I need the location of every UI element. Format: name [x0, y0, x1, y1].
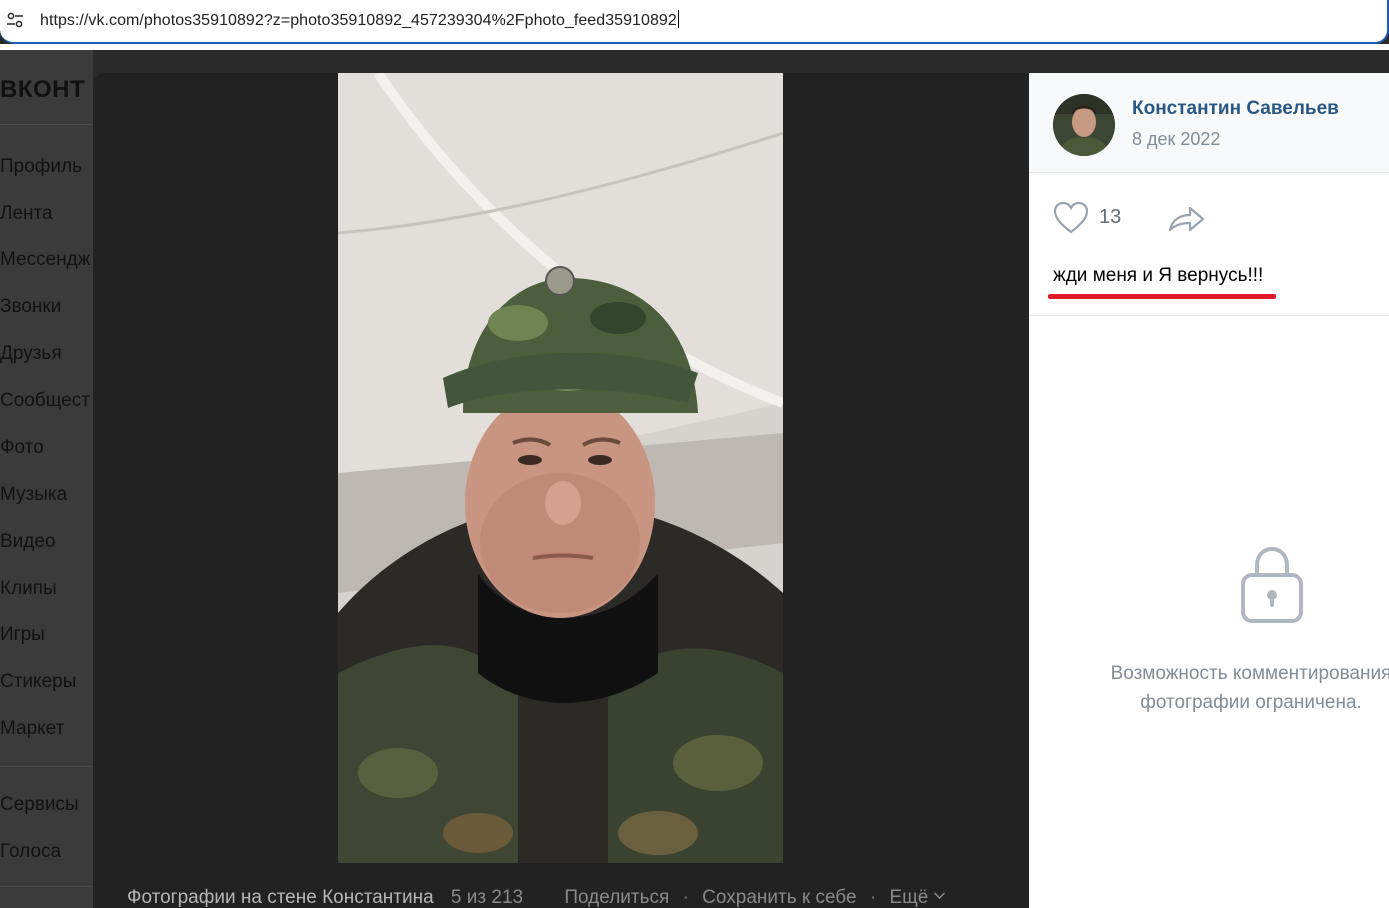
sidebar-item-feed[interactable]: Лента — [0, 203, 53, 225]
lock-icon — [1241, 546, 1303, 623]
divider — [0, 886, 93, 887]
tune-icon[interactable] — [6, 11, 24, 29]
author-name[interactable]: Константин Савельев — [1132, 98, 1339, 120]
avatar[interactable] — [1053, 94, 1115, 156]
album-title[interactable]: Фотографии на стене Константина — [127, 887, 434, 908]
comments-restricted-line-2: фотографии ограничена. — [1140, 692, 1362, 713]
comments-restricted-line-1: Возможность комментирования — [1110, 663, 1389, 684]
sidebar-item-photos[interactable]: Фото — [0, 437, 44, 459]
sidebar-item-calls[interactable]: Звонки — [0, 296, 61, 318]
photo-image — [338, 73, 783, 863]
browser-gap — [0, 44, 1389, 50]
address-bar[interactable]: https://vk.com/photos35910892?z=photo359… — [0, 0, 1389, 44]
sidebar-item-profile[interactable]: Профиль — [0, 156, 82, 178]
sidebar-item-video[interactable]: Видео — [0, 531, 56, 553]
divider — [1029, 315, 1389, 316]
photo-caption: жди меня и Я вернусь!!! — [1053, 265, 1264, 286]
sidebar-item-music[interactable]: Музыка — [0, 484, 67, 506]
vk-logo[interactable]: ВКОНТ — [0, 76, 85, 104]
divider — [0, 766, 93, 767]
divider — [0, 124, 93, 125]
chevron-down-icon — [934, 888, 946, 899]
sidebar-item-messenger[interactable]: Мессендж — [0, 249, 90, 271]
more-label: Ещё — [889, 887, 929, 908]
heart-icon[interactable] — [1053, 201, 1089, 235]
sidebar-item-stickers[interactable]: Стикеры — [0, 671, 76, 693]
sidebar-item-votes[interactable]: Голоса — [0, 841, 61, 863]
left-sidebar: ВКОНТ Профиль Лента Мессендж Звонки Друз… — [0, 50, 93, 908]
caption-underline — [1048, 294, 1276, 299]
avatar-image — [1053, 94, 1115, 156]
save-button[interactable]: Сохранить к себе — [702, 887, 856, 908]
like-count: 13 — [1099, 206, 1122, 228]
post-date[interactable]: 8 дек 2022 — [1132, 129, 1220, 150]
separator: · — [869, 887, 877, 908]
more-button[interactable]: Ещё — [889, 887, 946, 908]
sidebar-item-friends[interactable]: Друзья — [0, 343, 62, 365]
sidebar-item-communities[interactable]: Сообщест — [0, 390, 90, 412]
photo-counter: 5 из 213 — [450, 887, 524, 908]
photo-info-panel: Константин Савельев 8 дек 2022 13 жди ме… — [1029, 73, 1389, 908]
share-button[interactable]: Поделиться — [564, 887, 669, 908]
photo-viewer: Фотографии на стене Константина 5 из 213… — [93, 73, 1029, 908]
photo-footer: Фотографии на стене Константина 5 из 213… — [127, 887, 946, 908]
sidebar-item-clips[interactable]: Клипы — [0, 578, 57, 600]
photo[interactable] — [338, 73, 783, 863]
share-icon[interactable] — [1166, 202, 1206, 236]
separator: · — [682, 887, 689, 908]
comments-restricted-text: Возможность комментирования фотографии о… — [1091, 659, 1389, 717]
sidebar-item-services[interactable]: Сервисы — [0, 794, 79, 816]
sidebar-item-games[interactable]: Игры — [0, 624, 45, 646]
url-text[interactable]: https://vk.com/photos35910892?z=photo359… — [40, 10, 679, 30]
sidebar-item-market[interactable]: Маркет — [0, 718, 64, 740]
